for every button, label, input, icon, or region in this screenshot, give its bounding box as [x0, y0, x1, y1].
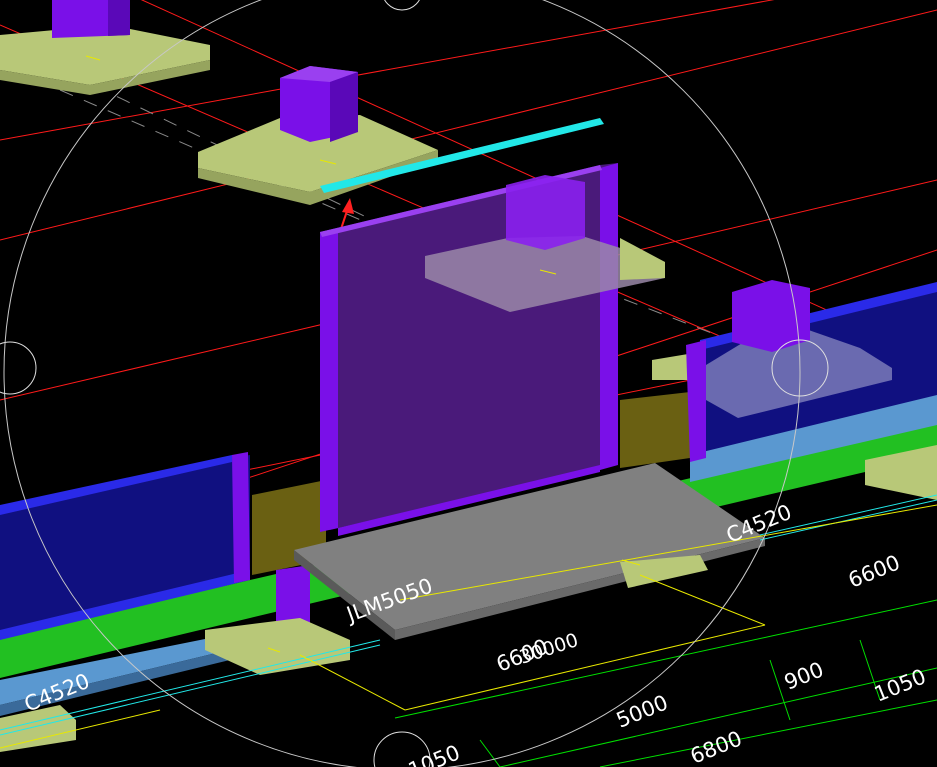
cad-3d-viewport[interactable]: C4520 C4520 JLM5050 6600 6600 30000 900 … [0, 0, 937, 767]
